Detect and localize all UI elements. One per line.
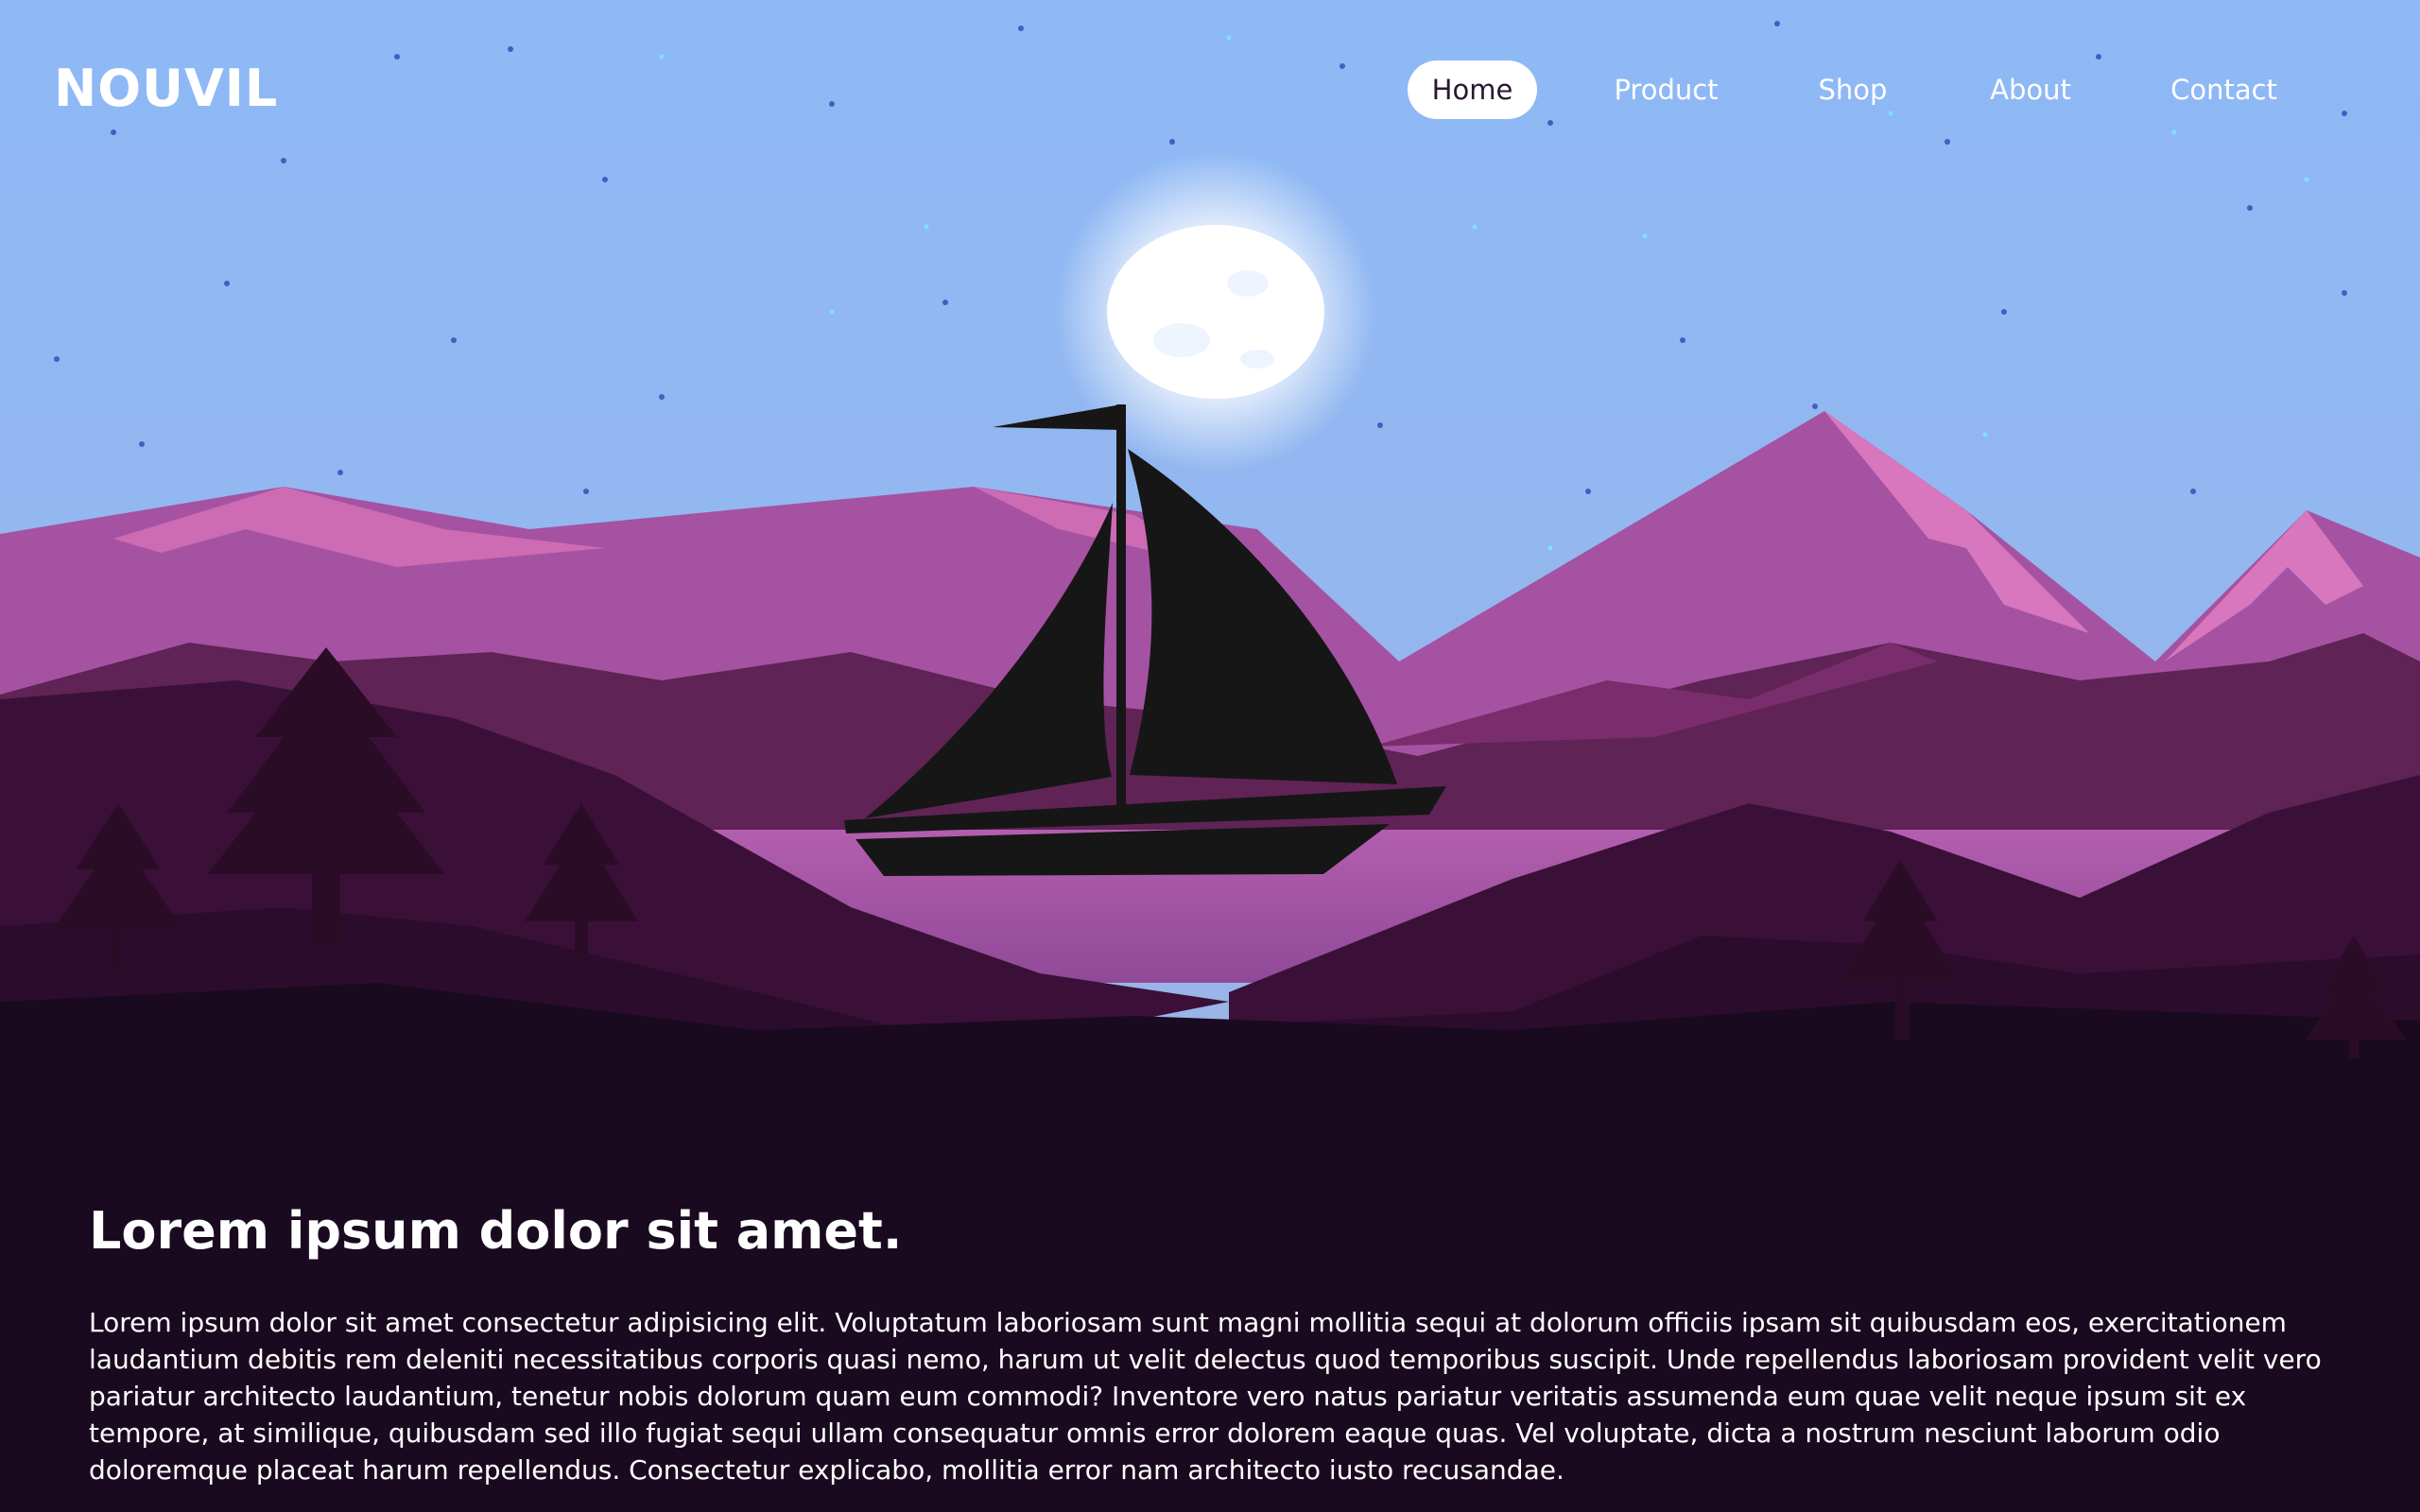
top-navigation: NOUVIL Home Product Shop About Contact xyxy=(0,0,2420,180)
nav-item-product[interactable]: Product xyxy=(1598,60,1735,119)
article-body: Lorem ipsum dolor sit amet consectetur a… xyxy=(89,1307,2322,1486)
nav-item-shop[interactable]: Shop xyxy=(1796,60,1910,119)
main-menu: Home Product Shop About Contact xyxy=(0,60,2420,119)
nav-item-about[interactable]: About xyxy=(1974,60,2087,119)
nav-item-home[interactable]: Home xyxy=(1408,60,1537,119)
article-heading: Lorem ipsum dolor sit amet. xyxy=(89,1201,903,1261)
nav-item-contact[interactable]: Contact xyxy=(2155,60,2292,119)
moon xyxy=(1107,225,1324,399)
article-section: Lorem ipsum dolor sit amet. Lorem ipsum … xyxy=(89,1198,2339,1488)
